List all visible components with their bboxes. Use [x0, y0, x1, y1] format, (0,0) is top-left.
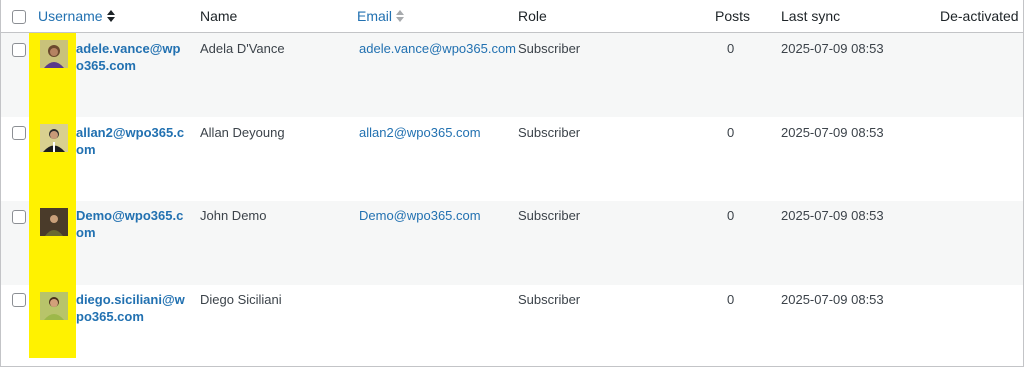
name-cell: Diego Siciliani — [200, 292, 282, 307]
avatar-photo-icon — [40, 292, 68, 320]
last-sync-cell: 2025-07-09 08:53 — [781, 41, 884, 56]
last-sync-cell: 2025-07-09 08:53 — [781, 125, 884, 140]
email-link[interactable]: adele.vance@wpo365.com — [359, 40, 516, 57]
role-cell: Subscriber — [518, 208, 581, 223]
role-cell: Subscriber — [518, 41, 581, 56]
role-cell: Subscriber — [518, 125, 581, 140]
sort-icon[interactable] — [106, 10, 115, 23]
avatar-photo-icon — [40, 40, 68, 68]
column-last-sync-header: Last sync — [781, 8, 841, 24]
column-name-header: Name — [200, 8, 238, 24]
name-cell: John Demo — [200, 208, 267, 223]
column-posts-header: Posts — [715, 8, 751, 24]
posts-cell: 0 — [727, 292, 735, 307]
select-all-checkbox[interactable] — [12, 10, 26, 24]
row-checkbox[interactable] — [12, 210, 26, 224]
username-link[interactable]: allan2@wpo365.com — [76, 124, 188, 158]
username-link[interactable]: diego.siciliani@wpo365.com — [76, 291, 188, 325]
column-role-header: Role — [518, 8, 547, 24]
posts-cell: 0 — [727, 125, 735, 140]
email-link[interactable]: Demo@wpo365.com — [359, 207, 481, 224]
sort-icon[interactable] — [396, 10, 405, 23]
last-sync-cell: 2025-07-09 08:53 — [781, 292, 884, 307]
column-deactivated-header: De-activated — [940, 8, 1019, 24]
last-sync-cell: 2025-07-09 08:53 — [781, 208, 884, 223]
posts-cell: 0 — [727, 41, 735, 56]
posts-cell: 0 — [727, 208, 735, 223]
name-cell: Adela D'Vance — [200, 41, 285, 56]
row-checkbox[interactable] — [12, 293, 26, 307]
users-table: Username Name Email Role Posts Last sync… — [0, 0, 1024, 367]
table-header: Username Name Email Role Posts Last sync… — [1, 0, 1023, 33]
username-link[interactable]: Demo@wpo365.com — [76, 207, 188, 241]
email-link[interactable]: allan2@wpo365.com — [359, 124, 481, 141]
column-email-label[interactable]: Email — [357, 8, 392, 24]
column-username-label[interactable]: Username — [38, 8, 103, 24]
avatar-photo-icon — [40, 124, 68, 152]
column-email-header[interactable]: Email — [357, 8, 405, 24]
row-checkbox[interactable] — [12, 43, 26, 57]
username-link[interactable]: adele.vance@wpo365.com — [76, 40, 188, 74]
row-checkbox[interactable] — [12, 126, 26, 140]
avatar-photo-icon — [40, 208, 68, 236]
name-cell: Allan Deyoung — [200, 125, 285, 140]
column-username-header[interactable]: Username — [38, 8, 115, 24]
role-cell: Subscriber — [518, 292, 581, 307]
